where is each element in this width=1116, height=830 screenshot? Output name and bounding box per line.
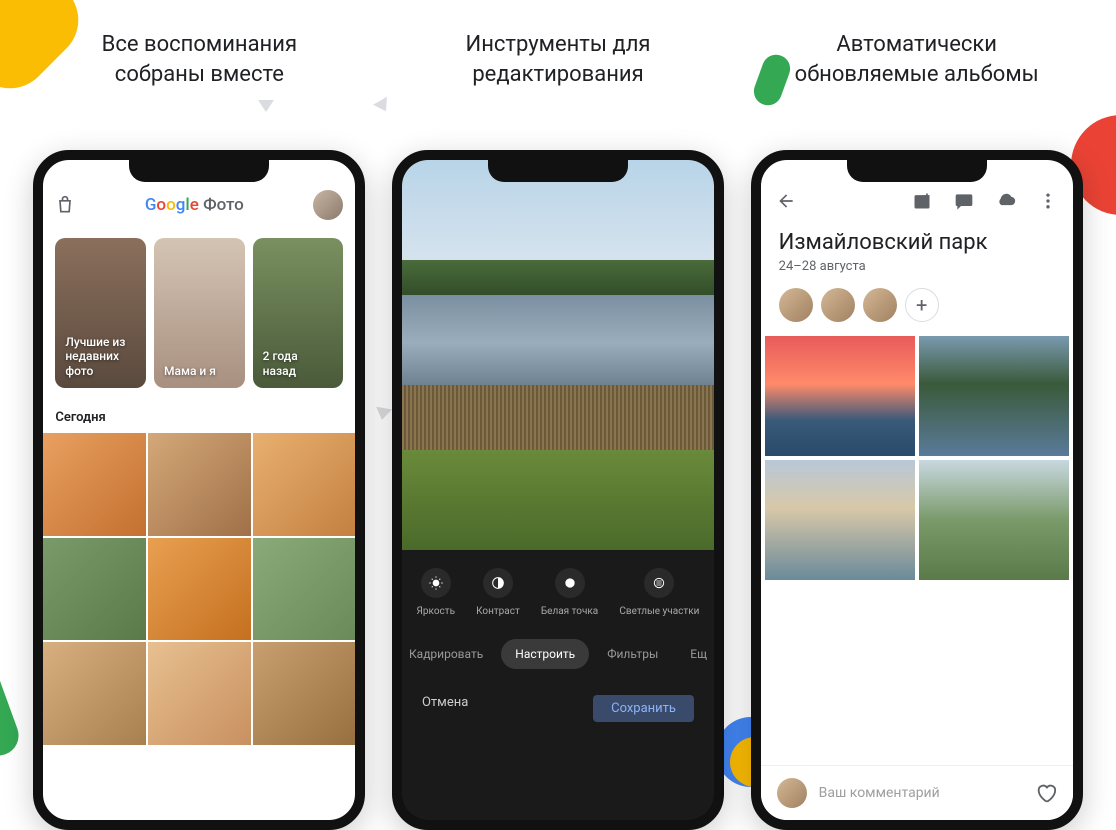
- adjust-highlights[interactable]: Светлые участки: [619, 568, 699, 617]
- album-photo[interactable]: [765, 460, 915, 580]
- shop-icon[interactable]: [55, 195, 75, 215]
- tab-adjust[interactable]: Настроить: [501, 639, 589, 669]
- heading-1: Все воспоминаниясобраны вместе: [40, 30, 359, 89]
- tab-filters[interactable]: Фильтры: [593, 639, 672, 669]
- photo-thumb[interactable]: [253, 433, 356, 536]
- heading-3: Автоматическиобновляемые альбомы: [757, 30, 1076, 89]
- adjust-label: Светлые участки: [619, 606, 699, 617]
- add-person-button[interactable]: +: [905, 288, 939, 322]
- story-label: Мама и я: [164, 364, 216, 378]
- photo-thumb[interactable]: [148, 538, 251, 641]
- adjustments-row: Яркость Контраст Белая точка Светлые уча…: [402, 550, 714, 627]
- story-card[interactable]: Лучшие из недавних фото: [55, 238, 146, 388]
- album-photo[interactable]: [919, 336, 1069, 456]
- comment-input[interactable]: Ваш комментарий: [819, 785, 1023, 801]
- album-title: Измайловский парк: [761, 224, 1073, 259]
- phone-memories: Google Фото Лучшие из недавних фото Мама…: [33, 150, 365, 830]
- section-heading: Сегодня: [43, 396, 355, 433]
- add-photo-icon[interactable]: [911, 190, 933, 212]
- cloud-icon[interactable]: [995, 190, 1017, 212]
- brightness-icon: [421, 568, 451, 598]
- adjust-label: Яркость: [417, 606, 455, 617]
- highlights-icon: [644, 568, 674, 598]
- person-avatar[interactable]: [863, 288, 897, 322]
- album-date: 24–28 августа: [761, 259, 1073, 288]
- photo-thumb[interactable]: [253, 538, 356, 641]
- user-avatar[interactable]: [777, 778, 807, 808]
- photo-thumb[interactable]: [148, 642, 251, 745]
- decor-tri: [373, 97, 393, 115]
- stories-row: Лучшие из недавних фото Мама и я 2 года …: [43, 230, 355, 396]
- story-label: 2 года назад: [263, 349, 334, 378]
- tab-crop[interactable]: Кадрировать: [395, 639, 497, 669]
- more-icon[interactable]: [1037, 190, 1059, 212]
- contrast-icon: [483, 568, 513, 598]
- story-card[interactable]: 2 года назад: [253, 238, 344, 388]
- phone-album: Измайловский парк 24–28 августа + Ваш ко…: [751, 150, 1083, 830]
- album-grid: [761, 336, 1073, 580]
- album-photo[interactable]: [765, 336, 915, 456]
- editor-controls: Яркость Контраст Белая точка Светлые уча…: [402, 550, 714, 820]
- account-avatar[interactable]: [313, 190, 343, 220]
- adjust-whitepoint[interactable]: Белая точка: [541, 568, 598, 617]
- app-logo: Google Фото: [85, 195, 303, 215]
- img-water: [402, 295, 714, 390]
- headings-row: Все воспоминаниясобраны вместе Инструмен…: [0, 30, 1116, 89]
- img-reeds: [402, 385, 714, 455]
- phone-notch: [488, 160, 628, 182]
- story-card[interactable]: Мама и я: [154, 238, 245, 388]
- phones-row: Google Фото Лучшие из недавних фото Мама…: [0, 150, 1116, 830]
- adjust-brightness[interactable]: Яркость: [417, 568, 455, 617]
- editor-image[interactable]: [402, 160, 714, 550]
- img-grass: [402, 450, 714, 550]
- adjust-label: Белая точка: [541, 606, 598, 617]
- photo-thumb[interactable]: [43, 538, 146, 641]
- phone-editor: Яркость Контраст Белая точка Светлые уча…: [392, 150, 724, 830]
- phone-notch: [847, 160, 987, 182]
- heart-icon[interactable]: [1035, 782, 1057, 804]
- album-photo[interactable]: [919, 460, 1069, 580]
- save-button[interactable]: Сохранить: [593, 695, 694, 722]
- person-avatar[interactable]: [779, 288, 813, 322]
- photo-grid: [43, 433, 355, 745]
- phone-notch: [129, 160, 269, 182]
- back-button[interactable]: [775, 190, 797, 212]
- comment-icon[interactable]: [953, 190, 975, 212]
- photo-thumb[interactable]: [43, 642, 146, 745]
- app-name-suffix: Фото: [203, 195, 244, 215]
- photo-thumb[interactable]: [148, 433, 251, 536]
- photo-thumb[interactable]: [253, 642, 356, 745]
- photo-thumb[interactable]: [43, 433, 146, 536]
- img-trees: [402, 260, 714, 300]
- comment-bar: Ваш комментарий: [761, 765, 1073, 820]
- people-row: +: [761, 288, 1073, 336]
- heading-2: Инструменты дляредактирования: [399, 30, 718, 89]
- story-label: Лучшие из недавних фото: [65, 335, 136, 378]
- editor-bottom-bar: Отмена Сохранить: [402, 681, 714, 736]
- cancel-button[interactable]: Отмена: [422, 695, 468, 722]
- tab-more[interactable]: Ещ: [676, 639, 721, 669]
- whitepoint-icon: [555, 568, 585, 598]
- editor-tabs: Кадрировать Настроить Фильтры Ещ: [402, 627, 714, 681]
- adjust-contrast[interactable]: Контраст: [476, 568, 520, 617]
- plus-icon: +: [916, 293, 927, 317]
- decor-tri: [258, 100, 274, 112]
- adjust-label: Контраст: [476, 606, 520, 617]
- person-avatar[interactable]: [821, 288, 855, 322]
